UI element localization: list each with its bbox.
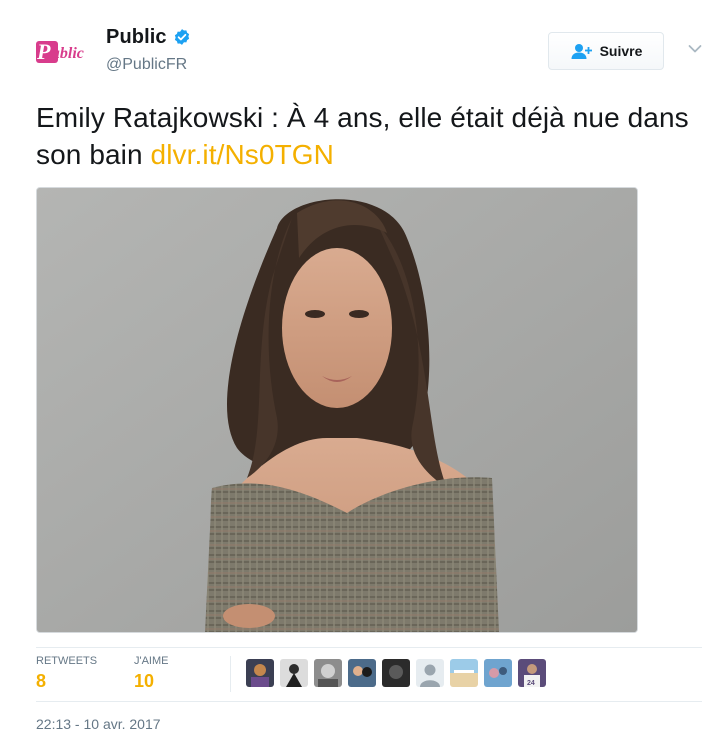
photo-illustration — [37, 188, 637, 632]
avatar[interactable] — [416, 659, 444, 687]
tweet-text: Emily Ratajkowski : À 4 ans, elle était … — [36, 99, 696, 173]
tweet-link[interactable]: dlvr.it/Ns0TGN — [151, 139, 334, 170]
avatar[interactable]: 24 — [518, 659, 546, 687]
svg-text:24: 24 — [527, 680, 535, 687]
avatar[interactable] — [348, 659, 376, 687]
author-name-row: Public — [106, 24, 191, 50]
author-block: Public @PublicFR — [106, 24, 191, 74]
follow-button-label: Suivre — [599, 43, 643, 59]
avatar[interactable] — [246, 659, 274, 687]
stats-separator — [230, 656, 231, 692]
avatar[interactable] — [280, 659, 308, 687]
retweets-label: RETWEETS — [36, 655, 98, 667]
stats-divider-top — [36, 647, 702, 648]
add-user-icon — [571, 44, 592, 59]
svg-text:P: P — [36, 39, 51, 64]
public-logo[interactable]: P ublic — [36, 38, 92, 64]
tweet-header: P ublic Public @PublicFR Suivre — [36, 22, 702, 82]
liker-avatars: 24 — [246, 659, 546, 687]
follow-button[interactable]: Suivre — [548, 32, 664, 70]
svg-text:ublic: ublic — [51, 45, 84, 62]
avatar[interactable] — [314, 659, 342, 687]
tweet-timestamp[interactable]: 22:13 - 10 avr. 2017 — [36, 716, 161, 732]
tweet-text-body: Emily Ratajkowski : À 4 ans, elle était … — [36, 102, 689, 170]
author-handle[interactable]: @PublicFR — [106, 56, 191, 74]
avatar[interactable] — [450, 659, 478, 687]
avatar[interactable] — [382, 659, 410, 687]
stats-divider-bottom — [36, 701, 702, 702]
avatar[interactable] — [484, 659, 512, 687]
author-name[interactable]: Public — [106, 26, 167, 49]
likes-label: J'AIME — [134, 655, 169, 667]
retweets-stat[interactable]: RETWEETS 8 — [36, 655, 97, 692]
chevron-down-icon[interactable] — [688, 44, 702, 54]
retweets-count: 8 — [36, 671, 47, 691]
verified-badge-icon — [174, 29, 189, 45]
likes-stat[interactable]: J'AIME 10 — [134, 655, 169, 692]
likes-count: 10 — [134, 671, 155, 691]
tweet-photo[interactable] — [36, 187, 638, 633]
